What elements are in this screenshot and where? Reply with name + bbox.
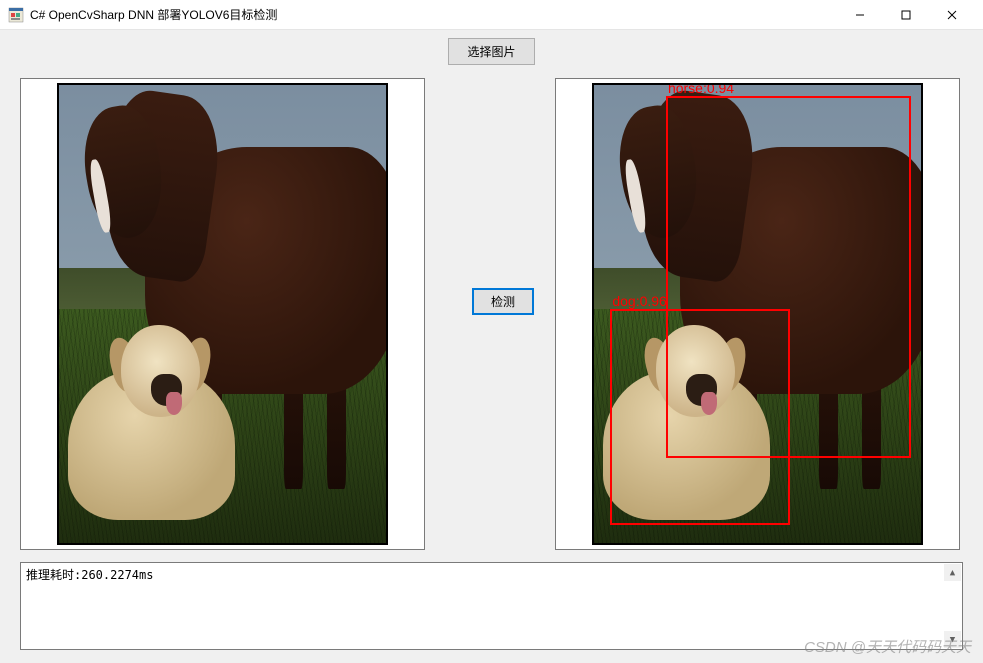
detect-button[interactable]: 检测: [472, 288, 534, 315]
titlebar: C# OpenCvSharp DNN 部署YOLOV6目标检测: [0, 0, 983, 30]
top-button-row: 选择图片: [0, 38, 983, 65]
scroll-up-icon[interactable]: ▲: [944, 564, 961, 581]
detection-label: horse:0.94: [668, 83, 734, 96]
photo-scene: [59, 85, 386, 543]
output-image: horse:0.94 dog:0.96: [592, 83, 923, 545]
detection-bbox: dog:0.96: [610, 309, 790, 524]
input-image-panel: [20, 78, 425, 550]
maximize-button[interactable]: [883, 0, 929, 29]
input-image: [57, 83, 388, 545]
window-title: C# OpenCvSharp DNN 部署YOLOV6目标检测: [30, 6, 837, 23]
scroll-down-icon[interactable]: ▼: [944, 631, 961, 648]
status-textbox[interactable]: 推理耗时:260.2274ms ▲ ▼: [20, 562, 963, 650]
close-button[interactable]: [929, 0, 975, 29]
output-image-panel: horse:0.94 dog:0.96: [555, 78, 960, 550]
minimize-button[interactable]: [837, 0, 883, 29]
detect-button-holder: 检测: [472, 288, 534, 315]
select-image-button[interactable]: 选择图片: [448, 38, 534, 65]
inference-time-text: 推理耗时:260.2274ms: [26, 568, 153, 582]
detection-label: dog:0.96: [612, 293, 667, 309]
window-controls: [837, 0, 975, 29]
app-icon: [8, 7, 24, 23]
client-area: 选择图片: [0, 30, 983, 663]
